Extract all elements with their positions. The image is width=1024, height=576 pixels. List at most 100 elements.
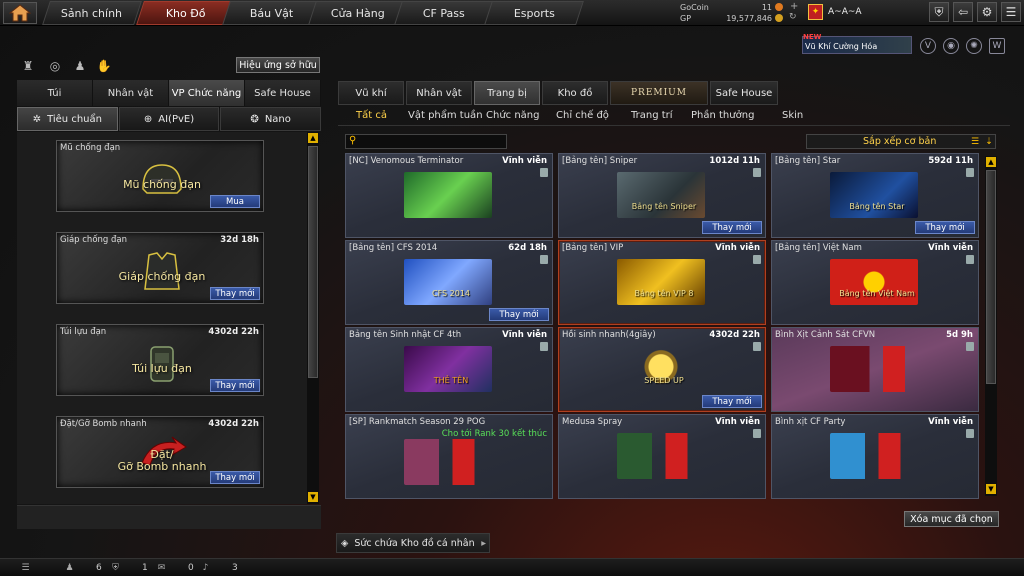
equipment-slot-armor[interactable]: Giáp chống đạn 32d 18h Giáp chống đạn Th… (56, 232, 264, 304)
nav-tab-shop[interactable]: Cửa Hàng (308, 1, 408, 25)
vip-icon[interactable]: W (989, 38, 1005, 54)
tab-character[interactable]: Nhân vật (93, 80, 169, 106)
owned-effects-button[interactable]: Hiệu ứng sở hữu (236, 57, 320, 73)
left-scrollbar[interactable]: ▲ ▼ (307, 132, 319, 504)
settings-wheel-icon[interactable]: ✺ (966, 38, 982, 54)
filter-weekly-items[interactable]: Vật phẩm tuần (408, 110, 483, 121)
slot-time: 32d 18h (220, 235, 259, 245)
filter-decoration[interactable]: Trang trí (631, 110, 673, 121)
replace-button[interactable]: Thay mới (210, 379, 260, 392)
trash-icon[interactable] (966, 429, 974, 438)
upgrade-weapon-banner[interactable]: NEW Vũ Khí Cường Hóa (802, 33, 912, 54)
filter-functional[interactable]: Chức năng (486, 110, 540, 121)
tab-equipment[interactable]: Trang bị (474, 81, 540, 105)
trash-icon[interactable] (966, 168, 974, 177)
scroll-up-icon[interactable]: ▲ (308, 133, 318, 143)
clear-selected-button[interactable]: Xóa mục đã chọn (904, 511, 999, 527)
item-card[interactable]: [Bảng tên] Sniper 1012d 11h Bảng tên Sni… (558, 153, 766, 238)
replace-button[interactable]: Thay mới (489, 308, 549, 321)
item-card[interactable]: [Bảng tên] Star 592d 11h Bảng tên Star T… (771, 153, 979, 238)
nav-tab-inventory[interactable]: Kho Đồ (136, 1, 236, 25)
chat-status[interactable]: ✉ 0 (156, 562, 194, 573)
scroll-thumb[interactable] (308, 146, 318, 378)
gift-icon[interactable]: ♜ (20, 58, 36, 74)
trash-icon[interactable] (540, 342, 548, 351)
item-card[interactable]: [Bảng tên] Việt Nam Vĩnh viễn Bảng tên V… (771, 240, 979, 325)
shield-icon[interactable]: ⛨ (929, 2, 949, 22)
filter-all[interactable]: Tất cả (356, 110, 387, 121)
nav-tab-lobby[interactable]: Sảnh chính (42, 1, 142, 25)
trash-icon[interactable] (753, 255, 761, 264)
trash-icon[interactable] (540, 255, 548, 264)
replace-button[interactable]: Thay mới (210, 287, 260, 300)
cycle-icon[interactable]: ◎ (47, 58, 63, 74)
item-card[interactable]: [Bảng tên] VIP Vĩnh viễn Bảng tên VIP 8 (558, 240, 766, 325)
search-input[interactable]: ⚲ (345, 134, 507, 149)
scroll-down-icon[interactable]: ▼ (308, 492, 318, 502)
tab-weapons[interactable]: Vũ khí (338, 81, 404, 105)
tab-bag[interactable]: Túi (17, 80, 93, 106)
tab-nano[interactable]: ❂ Nano (220, 107, 322, 131)
item-card[interactable]: Bảng tên Sinh nhật CF 4th Vĩnh viễn THẺ … (345, 327, 553, 412)
replace-button[interactable]: Thay mới (702, 221, 762, 234)
friends-status[interactable]: ♟ 6 (64, 562, 101, 573)
tab-premium[interactable]: PREMIUM (610, 81, 708, 105)
replace-button[interactable]: Thay mới (915, 221, 975, 234)
equipment-slot-helmet[interactable]: Mũ chống đạn Mũ chống đạn Mua (56, 140, 264, 212)
trash-icon[interactable] (966, 255, 974, 264)
sort-select[interactable]: Sắp xếp cơ bản ☰ ⇣ (806, 134, 996, 149)
item-duration: Vĩnh viễn (502, 156, 547, 166)
tab-characters[interactable]: Nhân vật (406, 81, 472, 105)
sort-order-icon[interactable]: ⇣ (983, 136, 995, 148)
tab-safe-house[interactable]: Safe House (710, 81, 778, 105)
tab-standard[interactable]: ✲ Tiêu chuẩn (17, 107, 118, 131)
tab-safe-house[interactable]: Safe House (245, 80, 321, 106)
trash-icon[interactable] (540, 168, 548, 177)
scroll-thumb[interactable] (986, 170, 996, 384)
tab-storage[interactable]: Kho đồ (542, 81, 608, 105)
replace-button[interactable]: Thay mới (702, 395, 762, 408)
hand-icon[interactable]: ✋ (96, 58, 112, 74)
character-icon[interactable]: ♟ (72, 58, 88, 74)
equipment-slot-grenade-pouch[interactable]: Túi lựu đạn 4302d 22h Túi lựu đạn Thay m… (56, 324, 264, 396)
home-button[interactable] (3, 2, 37, 24)
equipment-slot-bomb-kit[interactable]: Đặt/Gỡ Bomb nhanh 4302d 22h Đặt/ Gỡ Bomb… (56, 416, 264, 488)
scroll-down-icon[interactable]: ▼ (986, 484, 996, 494)
badge-v-icon[interactable]: V (920, 38, 936, 54)
settings-icon[interactable]: ⚙ (977, 2, 997, 22)
refresh-icon[interactable]: ↻ (789, 12, 797, 22)
add-currency-icon[interactable]: + (790, 1, 798, 12)
item-card[interactable]: Bình xịt CF Party Vĩnh viễn (771, 414, 979, 499)
list-view-icon[interactable]: ☰ (969, 136, 981, 148)
scroll-up-icon[interactable]: ▲ (986, 157, 996, 167)
trash-icon[interactable] (753, 342, 761, 351)
item-card[interactable]: Medusa Spray Vĩnh viễn (558, 414, 766, 499)
replace-button[interactable]: Thay mới (210, 471, 260, 484)
filter-skin[interactable]: Skin (782, 110, 803, 121)
item-card[interactable]: Bình Xịt Cảnh Sát CFVN 5d 9h (771, 327, 979, 412)
buy-button[interactable]: Mua (210, 195, 260, 208)
filter-mode-only[interactable]: Chỉ chế độ (556, 110, 609, 121)
volume-status[interactable]: ♪ 3 (200, 562, 238, 573)
clan-status[interactable]: ⛨ 1 (110, 562, 148, 573)
filter-rewards[interactable]: Phần thưởng (691, 110, 754, 121)
item-card[interactable]: [Bảng tên] CFS 2014 62d 18h CFS 2014 Tha… (345, 240, 553, 325)
slot-name: Giáp chống đạn (60, 235, 127, 245)
nav-tab-esports[interactable]: Esports (484, 1, 584, 25)
trash-icon[interactable] (753, 429, 761, 438)
item-card[interactable]: [SP] Rankmatch Season 29 POG Cho tới Ran… (345, 414, 553, 499)
menu-icon[interactable]: ☰ (1001, 2, 1021, 22)
exit-icon[interactable]: ⇦ (953, 2, 973, 22)
item-card[interactable]: Hồi sinh nhanh(4giây) 4302d 22h SPEED UP… (558, 327, 766, 412)
right-scrollbar[interactable]: ▲ ▼ (985, 156, 997, 496)
nav-tab-treasure[interactable]: Báu Vật (222, 1, 322, 25)
storage-capacity-button[interactable]: ◈ Sức chứa Kho đồ cá nhân ▸ (336, 533, 490, 553)
tab-functional-items[interactable]: VP Chức năng (169, 80, 245, 106)
trash-icon[interactable] (753, 168, 761, 177)
globe-icon[interactable]: ◉ (943, 38, 959, 54)
list-menu[interactable]: ☰ (20, 562, 31, 573)
tab-ai-pve[interactable]: ⊕ AI(PvE) (118, 107, 220, 131)
item-card[interactable]: [NC] Venomous Terminator Vĩnh viễn (345, 153, 553, 238)
nav-tab-cf-pass[interactable]: CF Pass (394, 1, 494, 25)
trash-icon[interactable] (966, 342, 974, 351)
